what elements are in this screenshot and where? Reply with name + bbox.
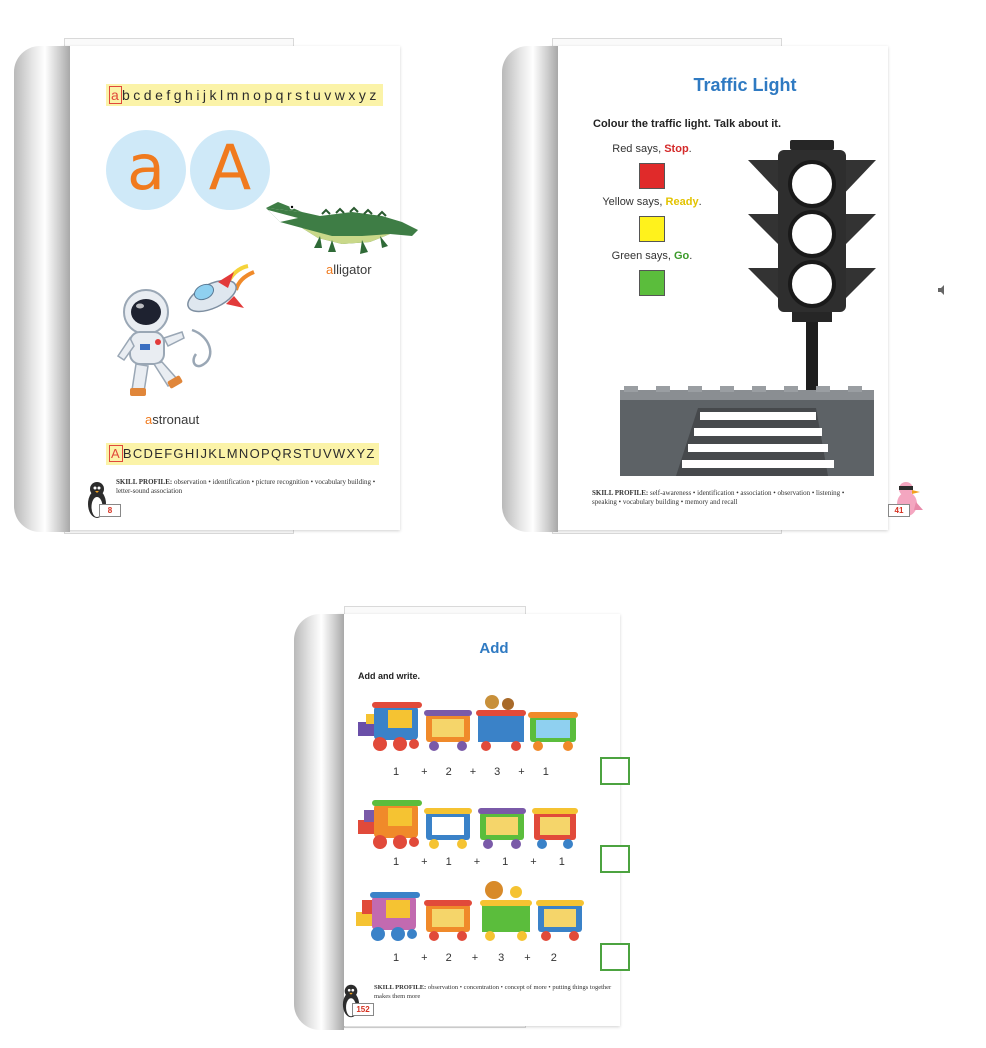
plus-sign: + <box>518 766 525 778</box>
train-car <box>532 808 578 849</box>
train-illustration <box>358 800 578 849</box>
astronaut-label: astronaut <box>145 412 199 427</box>
addend: 1 <box>393 766 400 778</box>
addend: 1 <box>393 856 400 868</box>
train-car <box>424 808 472 849</box>
big-uppercase-letter: A <box>190 130 270 210</box>
alphabet-letters: bcdefghijklmnopqrstuvwxyz <box>122 87 380 103</box>
uppercase-alphabet-strip: A BCDEFGHIJKLMNOPQRSTUVWXYZ <box>106 443 379 465</box>
page-curl <box>502 46 558 532</box>
skill-profile: SKILL PROFILE: observation • identificat… <box>116 478 386 496</box>
skill-profile: SKILL PROFILE: observation • concentrati… <box>374 983 622 1001</box>
train-car <box>424 710 472 751</box>
page-number: 152 <box>352 1003 374 1016</box>
page-number: 41 <box>888 504 910 517</box>
skill-profile-label: SKILL PROFILE: <box>116 478 173 486</box>
addend: 2 <box>445 766 452 778</box>
zebra-crossing <box>620 386 874 476</box>
train-car <box>478 808 526 849</box>
skill-profile-label: SKILL PROFILE: <box>592 489 649 497</box>
plus-sign: + <box>421 856 428 868</box>
traffic-light-illustration <box>620 140 876 476</box>
addend: 1 <box>445 856 452 868</box>
train-car <box>424 900 472 941</box>
instruction-text: Add and write. <box>358 671 421 681</box>
plus-sign: + <box>421 766 428 778</box>
skill-profile-label: SKILL PROFILE: <box>374 984 427 991</box>
plus-sign: + <box>473 856 481 868</box>
alligator-illustration <box>266 202 418 254</box>
train-engine <box>356 892 420 941</box>
sum-row-1: 1 +2 +3 +1 <box>393 766 549 778</box>
train-car <box>536 900 584 941</box>
train-engine <box>358 702 422 751</box>
page-curl <box>294 614 344 1030</box>
alphabet-letters: BCDEFGHIJKLMNOPQRSTUVWXYZ <box>122 446 376 461</box>
addend: 3 <box>498 952 505 964</box>
page-title: Traffic Light <box>693 75 797 95</box>
sum-row-3: 1 +2 +3 +2 <box>393 952 557 964</box>
train-illustration <box>358 695 578 751</box>
plus-sign: + <box>530 856 537 868</box>
traffic-light-head <box>748 140 876 394</box>
page-curl <box>14 46 70 532</box>
speaker-icon[interactable] <box>937 285 947 295</box>
alligator-label: alligator <box>326 262 372 277</box>
plus-sign: + <box>471 952 479 964</box>
answer-box-1[interactable] <box>600 757 630 785</box>
page-title: Add <box>479 640 509 657</box>
alligator-body <box>266 202 418 254</box>
answer-box-2[interactable] <box>600 845 630 873</box>
addend: 2 <box>550 952 557 964</box>
addend: 2 <box>445 952 452 964</box>
lowercase-alphabet-strip: a bcdefghijklmnopqrstuvwxyz <box>106 84 383 106</box>
highlighted-letter: a <box>109 86 122 104</box>
plus-sign: + <box>421 952 428 964</box>
addend: 1 <box>393 952 400 964</box>
train-car <box>528 712 578 751</box>
addend: 3 <box>494 766 501 778</box>
train-car <box>476 695 526 751</box>
astronaut-rest: stronaut <box>152 412 200 427</box>
astronaut-illustration <box>116 289 212 396</box>
skill-profile: SKILL PROFILE: self-awareness • identifi… <box>592 489 852 507</box>
big-lowercase-letter: a <box>106 130 186 210</box>
addend: 1 <box>502 856 509 868</box>
highlighted-letter: A <box>109 445 123 462</box>
plus-sign: + <box>524 952 531 964</box>
train-car <box>480 881 532 941</box>
addend: 1 <box>558 856 565 868</box>
plus-sign: + <box>469 766 477 778</box>
page-number: 8 <box>99 504 121 517</box>
answer-box-3[interactable] <box>600 943 630 971</box>
alligator-rest: lligator <box>333 262 372 277</box>
instruction-text: Colour the traffic light. Talk about it. <box>593 118 782 130</box>
sum-row-2: 1 +1 +1 +1 <box>393 856 565 868</box>
train-engine <box>358 800 422 849</box>
train-illustration <box>356 881 584 941</box>
addend: 1 <box>542 766 549 778</box>
